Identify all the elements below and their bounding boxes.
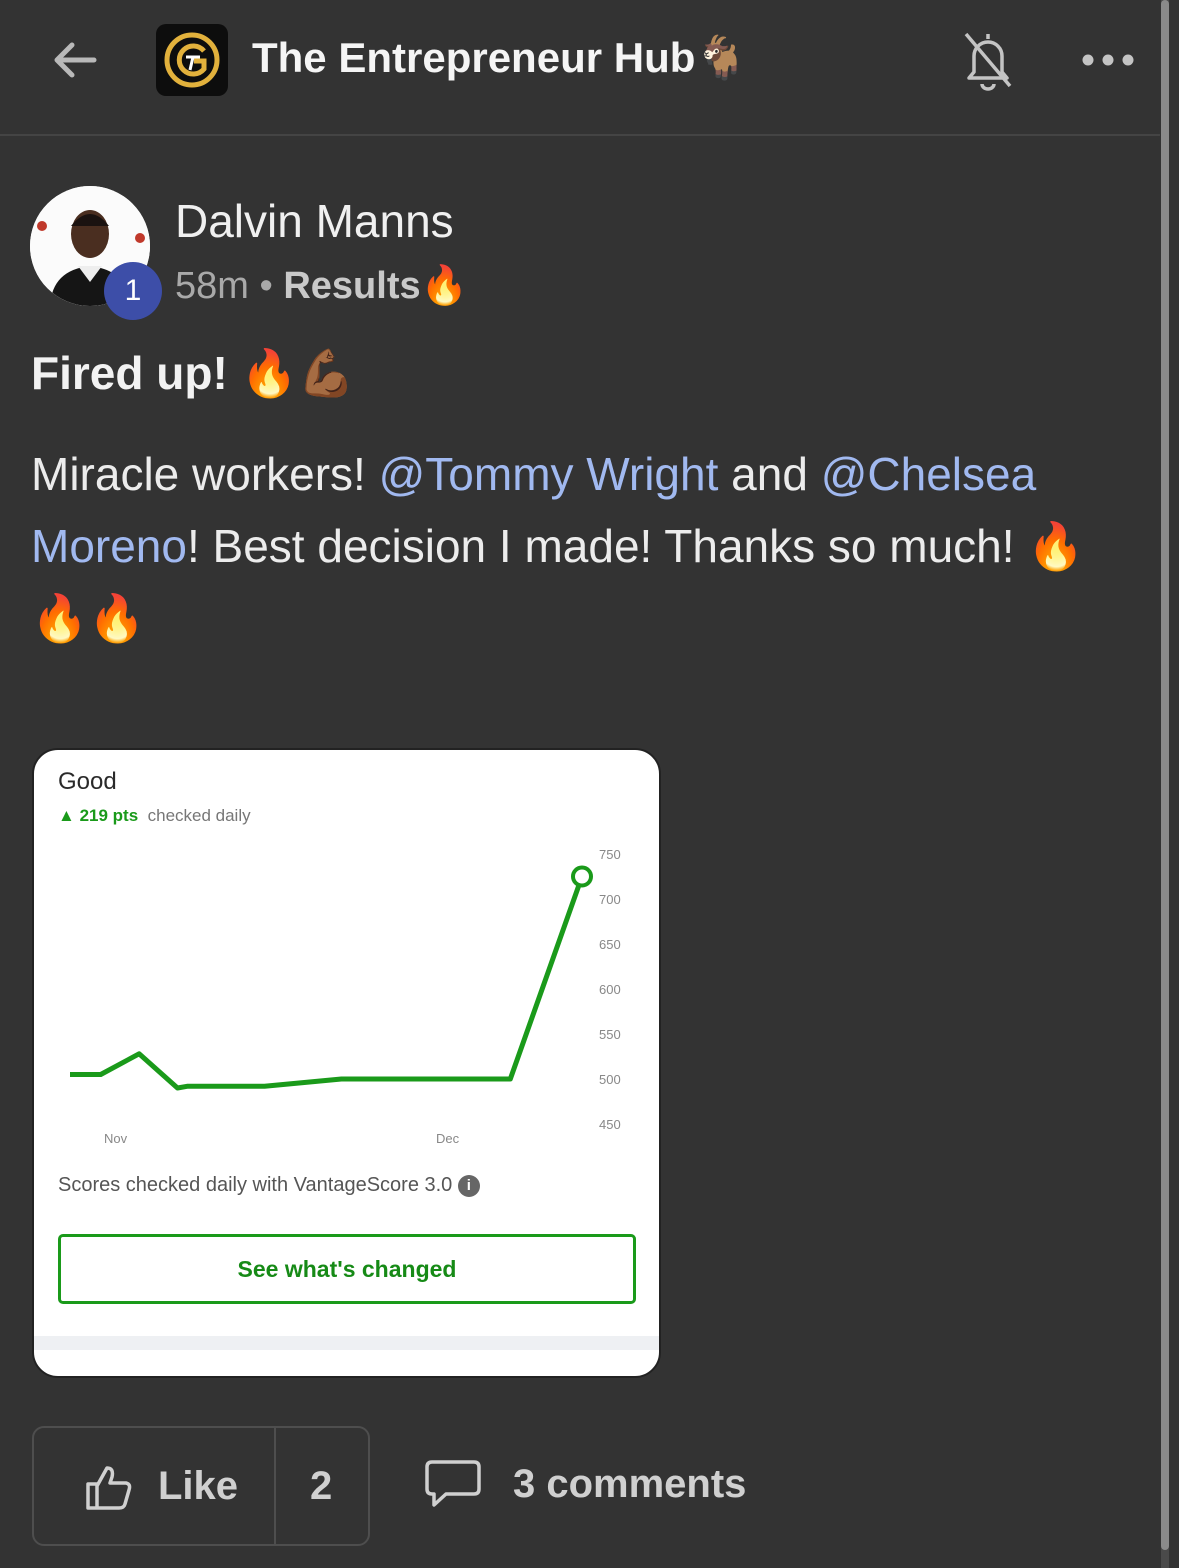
group-title[interactable]: The Entrepreneur Hub🐐	[252, 34, 748, 83]
card-bottom-bar	[34, 1336, 659, 1350]
back-arrow-icon[interactable]	[48, 32, 104, 88]
x-tick-label: Dec	[436, 1131, 460, 1146]
body-text: ! Best decision I made! Thanks so much! …	[31, 520, 1085, 644]
info-icon[interactable]: i	[457, 1174, 480, 1197]
like-count[interactable]: 2	[310, 1464, 332, 1509]
meta-separator: •	[248, 265, 284, 307]
group-logo-icon[interactable]	[156, 24, 228, 96]
like-button-group[interactable]: Like 2	[32, 1426, 370, 1546]
post-meta: 58m • Results🔥	[175, 264, 468, 308]
comment-icon[interactable]	[424, 1458, 482, 1510]
score-rating: Good	[58, 768, 117, 795]
like-label[interactable]: Like	[158, 1464, 238, 1509]
body-text: Miracle workers!	[31, 448, 379, 500]
footnote-text: Scores checked daily with VantageScore 3…	[58, 1174, 453, 1196]
see-whats-changed-button[interactable]: See what's changed	[58, 1234, 636, 1304]
y-tick-label: 650	[599, 937, 621, 952]
top-bar: The Entrepreneur Hub🐐	[0, 0, 1160, 136]
points-note: checked daily	[147, 806, 251, 825]
post-category[interactable]: Results🔥	[283, 265, 468, 307]
y-tick-label: 700	[599, 892, 621, 907]
level-badge: 1	[104, 262, 162, 320]
thumbs-up-icon[interactable]	[84, 1462, 134, 1512]
y-tick-label: 550	[599, 1027, 621, 1042]
mention-link[interactable]: @Tommy Wright	[379, 448, 719, 500]
like-divider	[274, 1428, 276, 1544]
y-tick-label: 450	[599, 1117, 621, 1132]
attached-image[interactable]: Good ▲ 219 pts checked daily 750 700 650 60…	[32, 748, 661, 1378]
latest-score-point	[571, 865, 593, 888]
points-change: 219 pts	[79, 806, 139, 825]
more-options-icon[interactable]	[1080, 46, 1136, 74]
y-tick-label: 500	[599, 1072, 621, 1087]
score-change: ▲ 219 pts checked daily	[58, 806, 251, 826]
post-time: 58m	[175, 265, 249, 307]
body-text: and	[718, 448, 821, 500]
up-triangle-icon: ▲	[58, 806, 75, 825]
score-line-chart: 750 700 650 600 550 500 450 Nov Dec	[70, 847, 621, 1146]
chart-footnote: Scores checked daily with VantageScore 3…	[58, 1174, 480, 1197]
scrollbar-thumb[interactable]	[1161, 0, 1169, 1550]
y-tick-label: 750	[599, 847, 621, 862]
comments-link[interactable]: 3 comments	[513, 1462, 746, 1507]
post-title: Fired up! 🔥💪🏾	[31, 347, 356, 399]
y-tick-label: 600	[599, 982, 621, 997]
post-body: Miracle workers! @Tommy Wright and @Chel…	[31, 438, 1141, 654]
score-series-line	[70, 875, 585, 1091]
x-tick-label: Nov	[104, 1131, 128, 1146]
notifications-off-bell-icon[interactable]	[960, 28, 1016, 92]
author-name[interactable]: Dalvin Manns	[175, 194, 454, 248]
